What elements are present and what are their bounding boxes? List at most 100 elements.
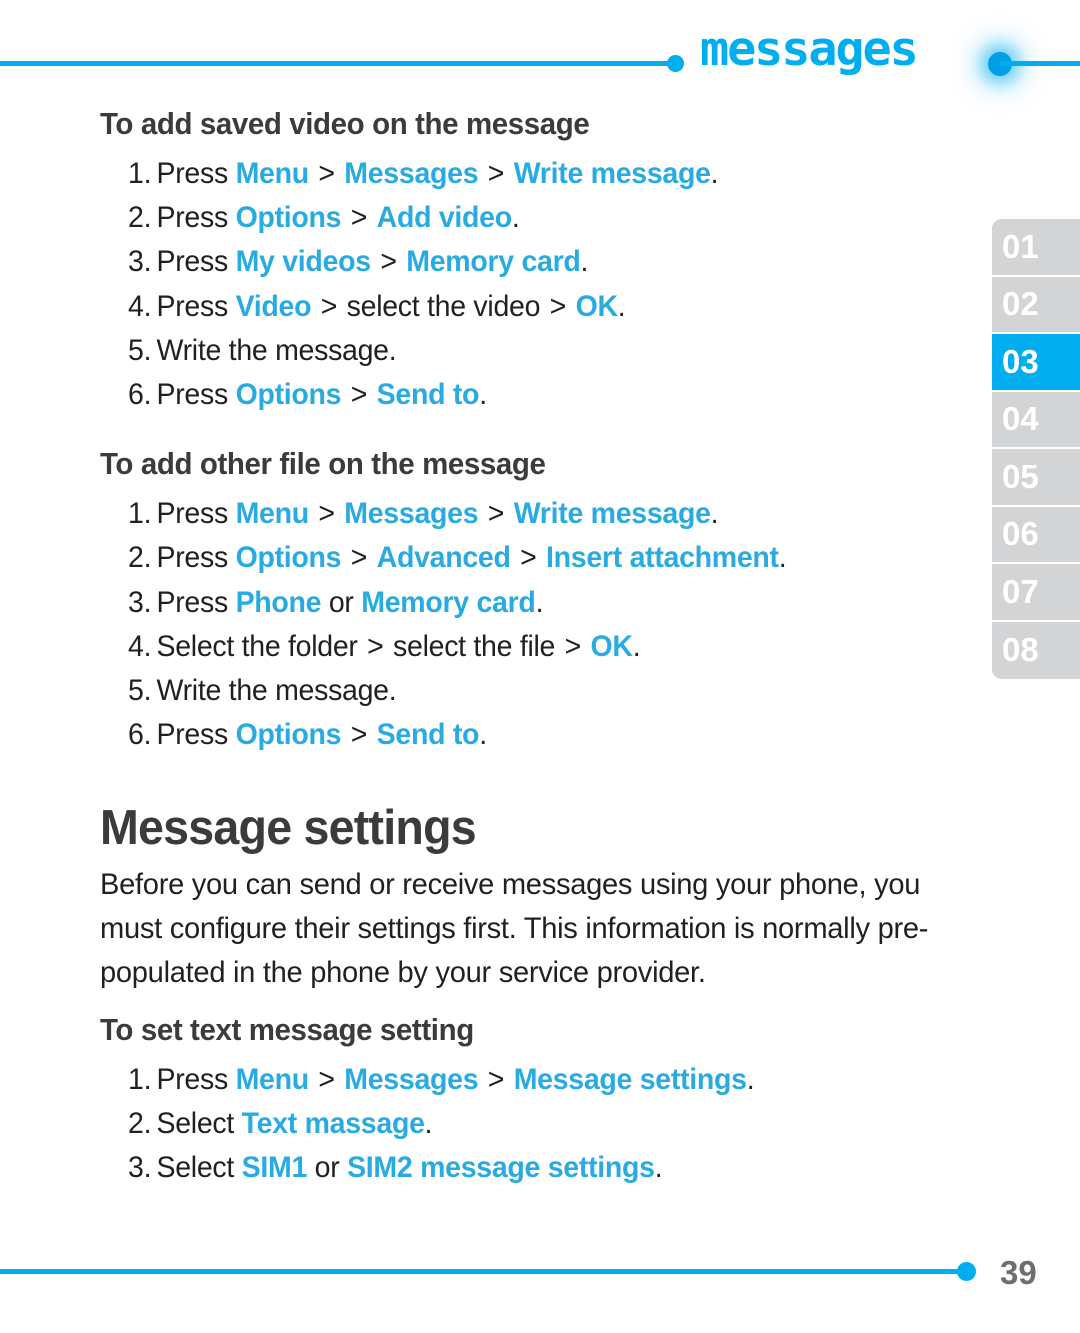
chapter-tab-label: 06 (1002, 515, 1039, 553)
chapter-tab-sidebar[interactable]: 01 02 03 04 05 06 07 08 (992, 219, 1080, 679)
chapter-tab-08[interactable]: 08 (992, 621, 1080, 679)
chapter-tab-03[interactable]: 03 (992, 334, 1080, 392)
menu-path-term: Video (235, 289, 312, 323)
step-text: Write the message. (156, 333, 397, 367)
step-text: or (307, 1151, 348, 1185)
step-number: 3. (128, 585, 152, 619)
menu-path-term: Text massage (241, 1107, 425, 1141)
step-number: 6. (128, 718, 152, 752)
step-text: Select (156, 1107, 242, 1141)
chapter-tab-06[interactable]: 06 (992, 506, 1080, 564)
step-text: . (632, 629, 641, 663)
chapter-tab-label: 07 (1002, 572, 1039, 610)
step-number: 2. (128, 1107, 152, 1141)
path-separator: > (343, 201, 375, 235)
chapter-tab-05[interactable]: 05 (992, 449, 1080, 507)
step-text: select the video (346, 289, 541, 323)
chapter-tab-label: 01 (1002, 227, 1039, 265)
step-text: Press (156, 541, 236, 575)
chapter-tab-01[interactable]: 01 (992, 219, 1080, 277)
menu-path-term: Phone (235, 585, 322, 619)
path-separator: > (542, 289, 574, 323)
path-separator: > (359, 629, 392, 663)
step-text: Press (156, 378, 236, 411)
instruction-step: 4. Select the folder > select the file > … (128, 629, 641, 664)
path-separator: > (310, 157, 343, 190)
menu-path-term: Memory card (361, 585, 536, 619)
path-separator: > (480, 157, 512, 190)
menu-path-term: OK (590, 629, 633, 663)
instruction-step: 2. Select Text massage. (128, 1107, 433, 1141)
step-text: . (479, 378, 487, 411)
step-number: 2. (128, 201, 152, 235)
chapter-tab-04[interactable]: 04 (992, 391, 1080, 449)
path-separator: > (512, 541, 545, 575)
menu-path-term: Write message (513, 497, 711, 531)
footer-rule (0, 1269, 963, 1274)
instruction-step: 1. Press Menu > Messages > Write message. (128, 157, 719, 191)
step-text: . (710, 497, 719, 531)
menu-path-term: My videos (235, 245, 372, 279)
chapter-tab-label: 04 (1002, 400, 1039, 438)
instruction-step: 3. Select SIM1 or SIM2 message settings. (128, 1151, 663, 1185)
menu-path-term: SIM2 message settings (347, 1151, 655, 1185)
instruction-step: 1. Press Menu > Messages > Message settin… (128, 1063, 755, 1097)
main-heading: Message settings (100, 801, 477, 855)
instruction-step: 4. Press Video > select the video > OK. (128, 289, 626, 324)
instruction-step: 6. Press Options > Send to. (128, 718, 487, 752)
instruction-step: 5. Write the message. (128, 333, 397, 368)
step-text: Press (156, 497, 236, 531)
intro-paragraph: Before you can send or receive messages … (100, 868, 929, 989)
step-text: . (580, 245, 589, 279)
instruction-step: 6. Press Options > Send to. (128, 378, 487, 412)
page-footer: 39 (0, 1245, 1080, 1333)
chapter-tab-02[interactable]: 02 (992, 276, 1080, 334)
chapter-tab-label: 08 (1002, 631, 1039, 669)
instruction-step: 5. Write the message. (128, 674, 397, 708)
step-number: 4. (128, 629, 152, 663)
section-heading: To add other file on the message (100, 446, 546, 482)
menu-path-term: Advanced (376, 541, 511, 575)
path-separator: > (557, 629, 589, 663)
menu-path-term: SIM1 (241, 1151, 308, 1185)
menu-path-term: Message settings (513, 1063, 747, 1096)
header-bullet-dot-icon (667, 55, 684, 72)
menu-path-term: Options (235, 718, 342, 752)
menu-path-term: Insert attachment (546, 541, 779, 575)
step-number: 3. (128, 1151, 152, 1185)
path-separator: > (480, 1063, 512, 1096)
path-separator: > (310, 497, 343, 531)
menu-path-term: OK (575, 289, 618, 323)
header-rule-left (0, 61, 676, 66)
instruction-step: 1. Press Menu > Messages > Write message. (128, 497, 719, 531)
step-text: Press (156, 1063, 236, 1096)
step-text: or (321, 585, 362, 619)
step-text: Press (156, 157, 236, 190)
menu-path-term: Messages (344, 157, 479, 190)
page-title: messages (700, 22, 919, 77)
section-heading: To set text message setting (100, 1012, 474, 1047)
header-rule-right (1000, 61, 1080, 66)
chapter-tab-07[interactable]: 07 (992, 564, 1080, 622)
menu-path-term: Options (235, 378, 342, 411)
path-separator: > (310, 1063, 343, 1096)
instruction-step: 3. Press Phone or Memory card. (128, 586, 543, 620)
step-text: Select the folder (156, 629, 358, 663)
step-number: 5. (128, 333, 152, 367)
step-number: 4. (128, 289, 152, 323)
step-text: Press (156, 201, 236, 235)
step-text: Press (156, 245, 236, 279)
step-number: 1. (128, 1063, 152, 1096)
step-text: . (479, 718, 487, 752)
menu-path-term: Menu (235, 157, 310, 190)
menu-path-term: Options (235, 541, 342, 575)
step-text: Press (156, 718, 236, 752)
step-text: Press (156, 585, 236, 619)
menu-path-term: Menu (235, 1063, 310, 1096)
instruction-step: 3. Press My videos > Memory card. (128, 245, 588, 279)
step-number: 1. (128, 157, 152, 190)
path-separator: > (313, 289, 345, 323)
page-header: messages (0, 0, 1080, 100)
step-text: Write the message. (156, 674, 397, 707)
menu-path-term: Messages (344, 1063, 479, 1096)
